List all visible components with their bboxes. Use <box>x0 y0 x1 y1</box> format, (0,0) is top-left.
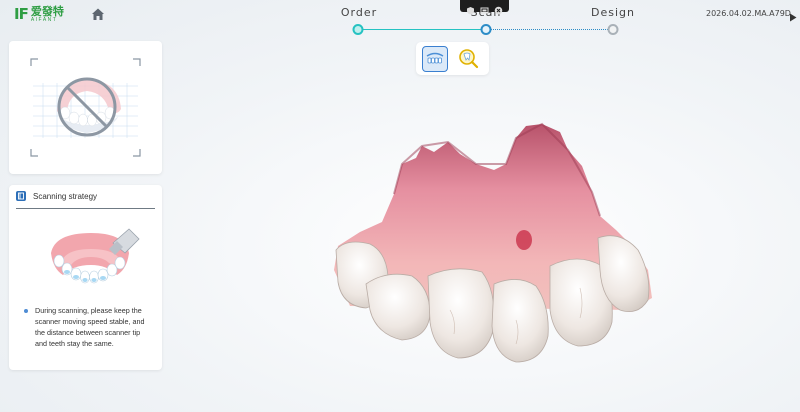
play-button[interactable] <box>789 9 797 22</box>
device-id: 2026.04.02.MA.A79D <box>706 9 791 18</box>
scanner-illustration-icon <box>51 228 140 284</box>
step-scan-dot[interactable] <box>480 24 492 35</box>
upload-icon[interactable] <box>480 2 489 13</box>
step-design-label[interactable]: Design <box>591 6 635 19</box>
tip-bullet <box>24 309 28 313</box>
divider <box>16 208 155 209</box>
step-design-dot[interactable] <box>607 24 619 35</box>
reference-view-card <box>9 41 162 174</box>
home-icon <box>92 8 104 20</box>
teeth-view-button[interactable] <box>422 46 448 72</box>
play-icon <box>790 13 797 22</box>
logo-mark: IF <box>14 5 29 23</box>
strategy-title: Scanning strategy <box>33 191 98 201</box>
scanner-mini-toolbar <box>460 0 509 14</box>
no-denture-icon <box>30 58 141 157</box>
strategy-tip-text: During scanning, please keep the scanner… <box>35 306 145 348</box>
tooth-zoom-button[interactable] <box>456 46 482 72</box>
scanning-strategy-card: Scanning strategy During scanning, pleas… <box>9 185 162 370</box>
scan-model-3d[interactable] <box>330 120 660 370</box>
shield-icon[interactable] <box>466 2 475 14</box>
step-order-label[interactable]: Order <box>341 6 377 19</box>
book-icon <box>16 191 26 201</box>
view-toolbar <box>416 42 489 75</box>
logo-text: 爱發特 <box>30 4 64 18</box>
logo-subtext: AIFANT <box>30 16 58 23</box>
home-button[interactable] <box>90 6 106 22</box>
close-icon[interactable] <box>494 2 503 14</box>
top-bar: IF 爱發特 AIFANT Order Scan Design 2026.04.… <box>0 0 800 35</box>
tooth-zoom-icon <box>459 49 479 69</box>
step-progress-line <box>363 29 482 30</box>
teeth-view-icon <box>426 52 444 64</box>
step-pending-line <box>491 29 608 30</box>
step-order-dot[interactable] <box>352 24 364 35</box>
strategy-header: Scanning strategy <box>16 191 97 201</box>
app-logo: IF 爱發特 AIFANT <box>14 5 64 23</box>
